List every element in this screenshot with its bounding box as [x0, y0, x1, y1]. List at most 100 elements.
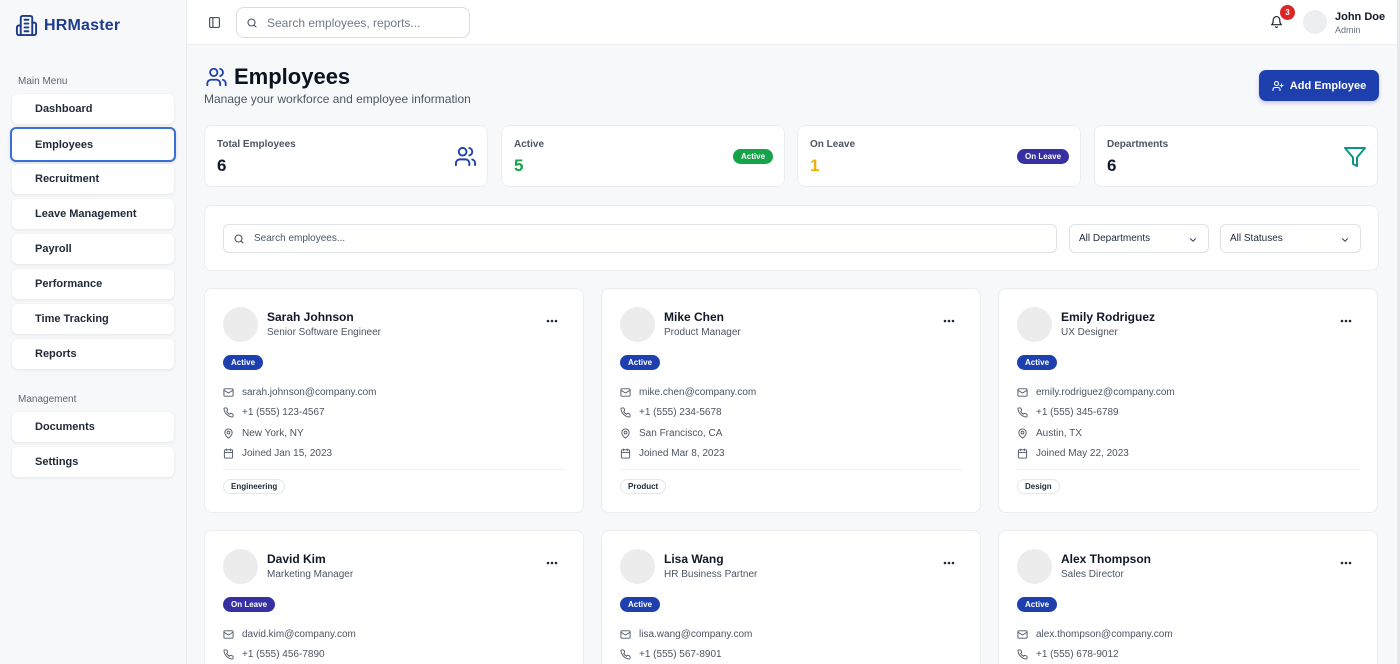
sidebar-item-dashboard[interactable]: Dashboard	[12, 94, 174, 124]
status-select[interactable]: All Statuses	[1220, 224, 1361, 253]
location-row: New York, NY	[223, 428, 304, 439]
add-employee-label: Add Employee	[1289, 79, 1367, 92]
employee-role: Senior Software Engineer	[267, 327, 381, 338]
search-icon	[233, 233, 245, 245]
avatar	[223, 549, 258, 584]
more-options-icon[interactable]	[943, 561, 955, 565]
department-tag: Product	[620, 479, 667, 494]
stat-label: Active	[514, 139, 545, 150]
sidebar-item-reports[interactable]: Reports	[12, 339, 174, 369]
stat-value: 6	[1107, 156, 1117, 175]
phone-row: +1 (555) 567-8901	[620, 649, 722, 660]
sidebar-toggle-icon[interactable]	[208, 16, 221, 29]
email-row: alex.thompson@company.com	[1017, 629, 1173, 640]
employee-card[interactable]: Alex Thompson Sales Director Active alex…	[998, 530, 1378, 664]
department-select-value: All Departments	[1079, 233, 1151, 244]
stat-value: 1	[810, 156, 820, 175]
map-pin-icon	[620, 428, 631, 439]
phone-row: +1 (555) 678-9012	[1017, 649, 1119, 660]
brand-logo[interactable]: HRMaster	[15, 14, 120, 37]
department-select[interactable]: All Departments	[1069, 224, 1209, 253]
sidebar-item-settings[interactable]: Settings	[12, 447, 174, 477]
phone-row: +1 (555) 456-7890	[223, 649, 325, 660]
mail-icon	[1017, 629, 1028, 640]
mail-icon	[223, 387, 234, 398]
avatar[interactable]	[1303, 10, 1327, 34]
employee-phone: +1 (555) 678-9012	[1036, 649, 1119, 660]
employee-email: emily.rodriguez@company.com	[1036, 387, 1175, 398]
status-badge: Active	[1017, 597, 1058, 612]
employee-role: UX Designer	[1061, 327, 1118, 338]
stat-value: 6	[217, 156, 227, 175]
employee-card[interactable]: Mike Chen Product Manager Active mike.ch…	[601, 288, 981, 513]
sidebar-item-documents[interactable]: Documents	[12, 412, 174, 442]
employee-location: New York, NY	[242, 428, 304, 439]
avatar	[223, 307, 258, 342]
phone-icon	[1017, 649, 1028, 660]
add-employee-button[interactable]: Add Employee	[1259, 70, 1379, 101]
sidebar: HRMaster Main Menu Dashboard Employees R…	[0, 0, 187, 664]
stat-active: Active 5 Active	[501, 125, 785, 187]
page-subtitle: Manage your workforce and employee infor…	[204, 92, 471, 106]
sidebar-item-payroll[interactable]: Payroll	[12, 234, 174, 264]
employee-card[interactable]: Emily Rodriguez UX Designer Active emily…	[998, 288, 1378, 513]
employee-location: San Francisco, CA	[639, 428, 723, 439]
email-row: emily.rodriguez@company.com	[1017, 387, 1175, 398]
employee-phone: +1 (555) 234-5678	[639, 407, 722, 418]
employee-email: david.kim@company.com	[242, 629, 356, 640]
employee-name: David Kim	[267, 552, 326, 566]
chevron-down-icon	[1188, 235, 1198, 245]
employee-name: Emily Rodriguez	[1061, 310, 1156, 324]
avatar	[1017, 307, 1052, 342]
more-options-icon[interactable]	[943, 319, 955, 323]
more-options-icon[interactable]	[1340, 561, 1352, 565]
global-search-input[interactable]: Search employees, reports...	[236, 7, 470, 38]
user-name[interactable]: John Doe	[1335, 11, 1385, 23]
employee-role: Sales Director	[1061, 569, 1124, 580]
joined-row: Joined May 22, 2023	[1017, 448, 1129, 459]
sidebar-item-leave-management[interactable]: Leave Management	[12, 199, 174, 229]
avatar	[1017, 549, 1052, 584]
employee-phone: +1 (555) 123-4567	[242, 407, 325, 418]
mail-icon	[620, 387, 631, 398]
more-options-icon[interactable]	[546, 561, 558, 565]
sidebar-item-recruitment[interactable]: Recruitment	[12, 164, 174, 194]
status-badge: Active	[620, 355, 661, 370]
main-menu-label: Main Menu	[18, 76, 68, 87]
department-tag: Engineering	[223, 479, 286, 494]
user-role: Admin	[1335, 25, 1361, 35]
phone-icon	[223, 649, 234, 660]
employee-search-placeholder: Search employees...	[254, 233, 346, 244]
employee-joined: Joined Mar 8, 2023	[639, 448, 725, 459]
employee-joined: Joined May 22, 2023	[1036, 448, 1129, 459]
stat-on-leave: On Leave 1 On Leave	[797, 125, 1081, 187]
more-options-icon[interactable]	[1340, 319, 1352, 323]
phone-row: +1 (555) 345-6789	[1017, 407, 1119, 418]
mail-icon	[223, 629, 234, 640]
sidebar-item-employees[interactable]: Employees	[10, 127, 176, 162]
employee-email: alex.thompson@company.com	[1036, 629, 1173, 640]
employee-role: Product Manager	[664, 327, 741, 338]
location-row: San Francisco, CA	[620, 428, 722, 439]
notification-badge: 3	[1280, 5, 1295, 20]
employee-joined: Joined Jan 15, 2023	[242, 448, 333, 459]
sidebar-item-performance[interactable]: Performance	[12, 269, 174, 299]
location-row: Austin, TX	[1017, 428, 1082, 439]
email-row: sarah.johnson@company.com	[223, 387, 376, 398]
employee-card[interactable]: Sarah Johnson Senior Software Engineer A…	[204, 288, 584, 513]
filter-icon	[1343, 145, 1367, 169]
app-name: HRMaster	[44, 16, 121, 34]
divider	[620, 469, 962, 470]
email-row: lisa.wang@company.com	[620, 629, 752, 640]
joined-row: Joined Jan 15, 2023	[223, 448, 332, 459]
employee-card[interactable]: Lisa Wang HR Business Partner Active lis…	[601, 530, 981, 664]
user-plus-icon	[1272, 80, 1284, 92]
sidebar-item-time-tracking[interactable]: Time Tracking	[12, 304, 174, 334]
status-select-value: All Statuses	[1230, 233, 1283, 244]
employee-email: lisa.wang@company.com	[639, 629, 753, 640]
stat-label: Departments	[1107, 139, 1169, 150]
employee-search-input[interactable]: Search employees...	[223, 224, 1057, 253]
status-badge: Active	[620, 597, 661, 612]
employee-card[interactable]: David Kim Marketing Manager On Leave dav…	[204, 530, 584, 664]
more-options-icon[interactable]	[546, 319, 558, 323]
